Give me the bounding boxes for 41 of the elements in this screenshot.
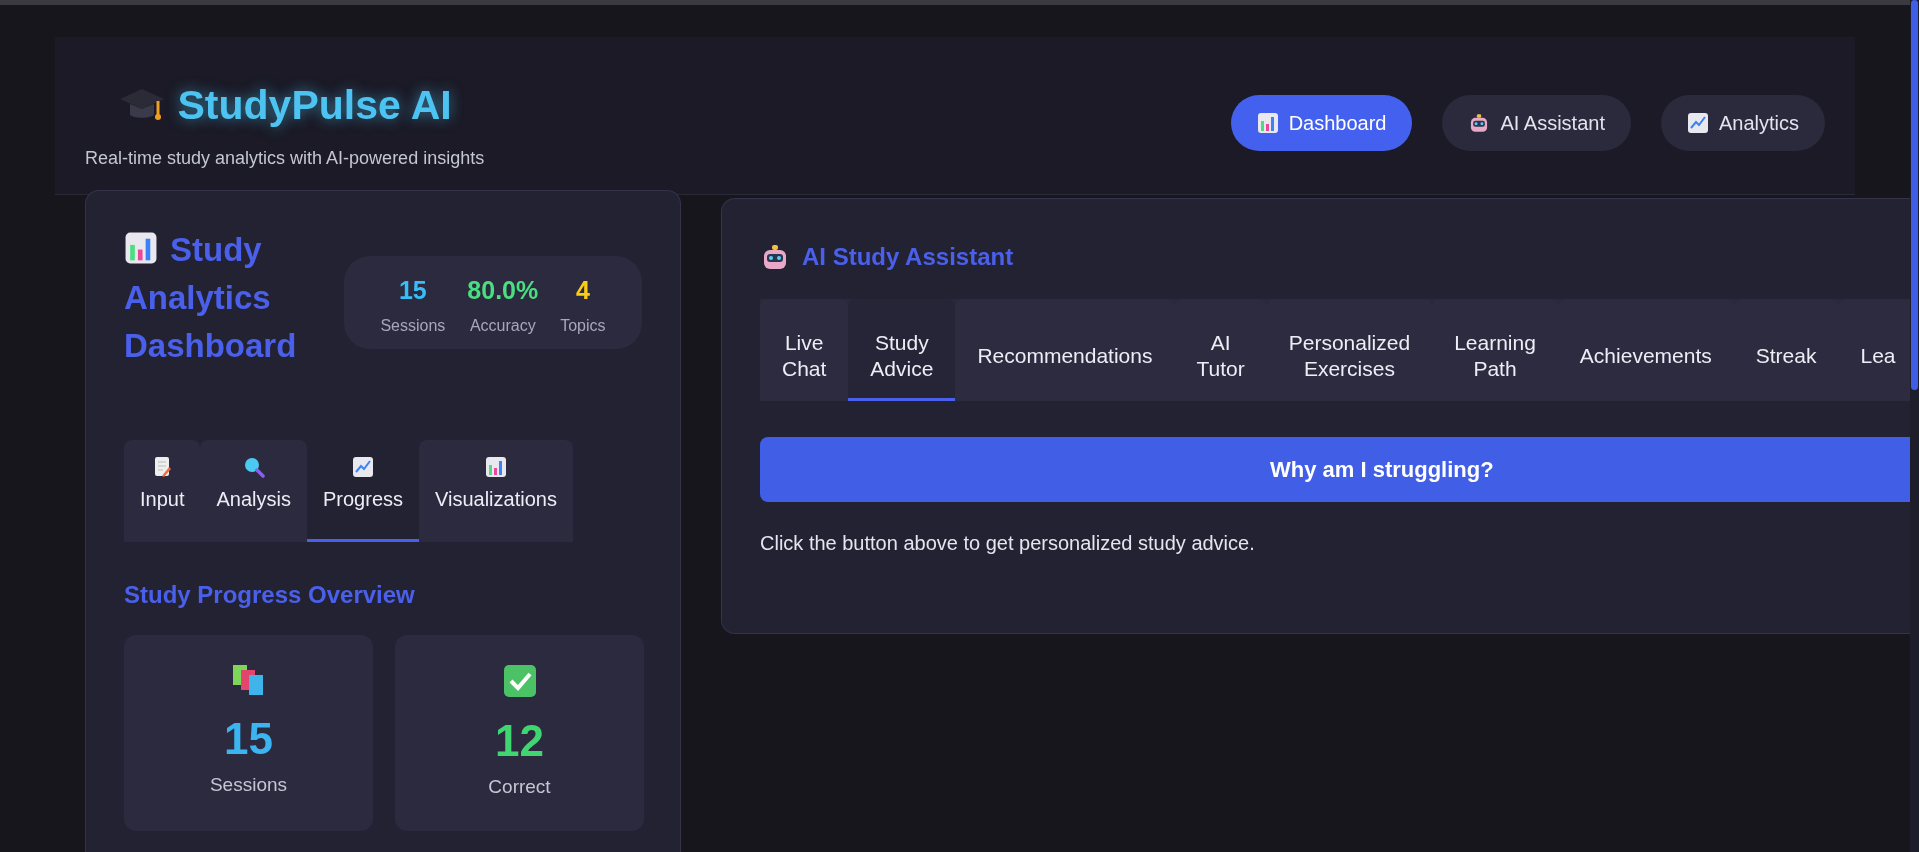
tab[interactable]: Recommendations <box>955 299 1175 401</box>
stat-label: Topics <box>560 315 606 336</box>
app-title: StudyPulse AI <box>177 81 452 130</box>
card-label: Sessions <box>209 773 288 797</box>
dashboard-title: Study Analytics Dashboard <box>124 230 298 366</box>
tab[interactable]: Visualizations <box>419 440 573 542</box>
bar-chart-icon <box>484 456 507 478</box>
tab[interactable]: Achievements <box>1557 299 1734 401</box>
tab[interactable]: Lea <box>1838 299 1911 401</box>
stat-value: 15 <box>398 275 427 306</box>
nav-button[interactable]: AI Assistant <box>1442 95 1631 151</box>
stat-value: 80.0% <box>467 275 539 306</box>
line-chart-icon <box>352 456 374 478</box>
tab[interactable]: AI Tutor <box>1174 299 1267 401</box>
advice-hint: Click the button above to get personalized study advice. <box>760 531 1256 556</box>
bar-chart-icon <box>1256 112 1279 134</box>
stat-value: 4 <box>575 275 590 306</box>
bar-chart-icon <box>124 231 158 265</box>
tab[interactable]: Study Advice <box>848 299 956 401</box>
assistant-title: AI Study Assistant <box>802 242 1014 272</box>
tab[interactable]: Streak <box>1733 299 1839 401</box>
search-icon <box>242 456 265 478</box>
scrollbar-thumb[interactable] <box>1911 0 1918 390</box>
nav-button[interactable]: Dashboard <box>1230 95 1413 151</box>
section-heading: Study Progress Overview <box>124 580 416 610</box>
tab[interactable]: Input <box>124 440 201 542</box>
card-value: 12 <box>495 715 544 767</box>
card-value: 15 <box>224 713 273 765</box>
document-icon <box>152 456 173 478</box>
line-chart-icon <box>1686 112 1709 134</box>
stat-label: Sessions <box>380 315 446 336</box>
stat-label: Accuracy <box>469 315 536 336</box>
nav-button[interactable]: Analytics <box>1660 95 1825 151</box>
tab[interactable]: Personalized Exercises <box>1266 299 1433 401</box>
app-subtitle: Real-time study analytics with AI-powered insights <box>85 146 485 170</box>
ask-button[interactable]: Why am I struggling? <box>760 437 1911 502</box>
tab[interactable]: Live Chat <box>760 299 849 401</box>
card-label: Correct <box>488 775 551 799</box>
checkmark-icon <box>501 663 538 699</box>
tab[interactable]: Learning Path <box>1432 299 1558 401</box>
tab[interactable]: Analysis <box>200 440 307 542</box>
